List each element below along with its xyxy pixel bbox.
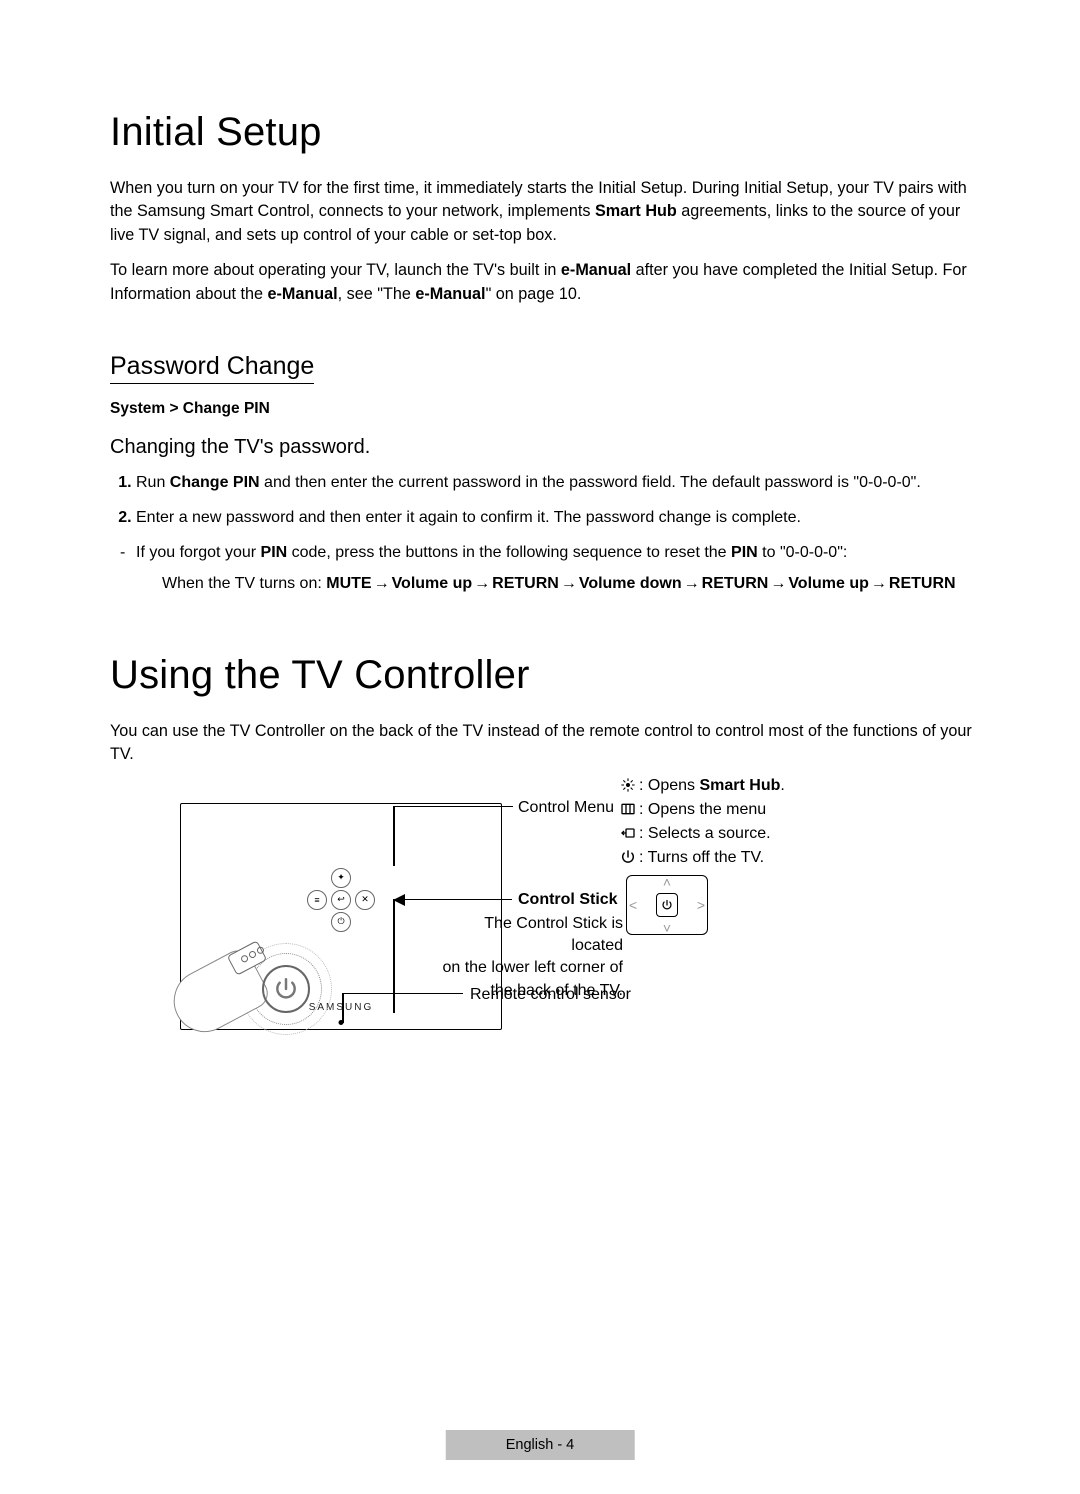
- legend-smart-hub: : Opens Smart Hub.: [620, 775, 785, 797]
- leader-line: [393, 806, 395, 866]
- arrow-icon: →: [869, 575, 889, 592]
- leader-line: [393, 806, 513, 808]
- e-manual-bold: e-Manual: [267, 285, 337, 303]
- pin-reset-note: If you forgot your PIN code, press the b…: [110, 541, 975, 597]
- leader-line: [393, 899, 395, 1013]
- power-icon: [620, 849, 636, 865]
- chevron-right-icon: ˃: [697, 897, 705, 913]
- label-control-menu: Control Menu: [518, 797, 614, 819]
- smart-hub-icon: [620, 777, 636, 793]
- seq-item: RETURN: [702, 575, 769, 592]
- text: Smart Hub: [699, 777, 780, 794]
- initial-setup-p2: To learn more about operating your TV, l…: [110, 259, 975, 306]
- step-2: Enter a new password and then enter it a…: [136, 506, 975, 531]
- heading-using-tv-controller: Using the TV Controller: [110, 653, 975, 698]
- pin-bold: PIN: [261, 544, 288, 561]
- leader-arrow: [394, 899, 512, 901]
- legend-power: : Turns off the TV.: [620, 847, 764, 869]
- arrow-icon: →: [372, 575, 392, 592]
- heading-password-change: Password Change: [110, 352, 314, 384]
- arrow-icon: →: [472, 575, 492, 592]
- seq-item: MUTE: [326, 575, 371, 592]
- menu-icon: [620, 801, 636, 817]
- text: : Selects a source.: [639, 825, 771, 842]
- seq-item: Volume up: [788, 575, 869, 592]
- seq-item: RETURN: [492, 575, 559, 592]
- text: : Opens the menu: [639, 801, 766, 818]
- label-remote-sensor: Remote control sensor: [470, 984, 631, 1006]
- chevron-down-icon: ˅: [663, 920, 671, 936]
- controller-intro: You can use the TV Controller on the bac…: [110, 720, 975, 767]
- smart-hub-icon: ✦: [331, 868, 351, 888]
- manual-page: Initial Setup When you turn on your TV f…: [0, 0, 1080, 1494]
- text: on the lower left corner of: [433, 957, 623, 979]
- menu-icon: ≡: [307, 890, 327, 910]
- seq-item: Volume up: [392, 575, 473, 592]
- menu-path: System > Change PIN: [110, 400, 975, 418]
- label-control-stick: Control Stick: [518, 889, 618, 911]
- leader-line: [343, 993, 463, 995]
- arrow-icon: →: [559, 575, 579, 592]
- step-1: Run Change PIN and then enter the curren…: [136, 471, 975, 496]
- source-icon: [620, 825, 636, 841]
- power-icon: [656, 893, 678, 917]
- legend-menu: : Opens the menu: [620, 799, 766, 821]
- text: : Opens: [639, 777, 699, 794]
- text: to "0-0-0-0":: [758, 544, 848, 561]
- text: , see "The: [338, 285, 416, 303]
- text: code, press the buttons in the following…: [287, 544, 731, 561]
- heading-changing-tv-password: Changing the TV's password.: [110, 436, 975, 459]
- control-stick-box: ˄ ˂ ˃ ˅: [626, 875, 708, 935]
- power-icon: ⏻: [331, 912, 351, 932]
- smart-hub-bold: Smart Hub: [595, 202, 677, 220]
- text: If you forgot your: [136, 544, 261, 561]
- change-pin-bold: Change PIN: [170, 474, 260, 491]
- pin-reset-sequence: When the TV turns on: MUTE→Volume up→RET…: [136, 572, 975, 597]
- arrow-icon: →: [768, 575, 788, 592]
- legend-source: : Selects a source.: [620, 823, 771, 845]
- text: The Control Stick is located: [433, 913, 623, 958]
- seq-item: Volume down: [579, 575, 682, 592]
- e-manual-bold: e-Manual: [561, 261, 631, 279]
- password-steps: Run Change PIN and then enter the curren…: [110, 471, 975, 531]
- chevron-left-icon: ˂: [629, 897, 637, 913]
- text: : Turns off the TV.: [639, 849, 764, 866]
- pin-bold: PIN: [731, 544, 758, 561]
- tv-controller-diagram: ✦ ≡ ↩ ✕ ⏻ SAMSUNG Control: [110, 783, 970, 1063]
- initial-setup-p1: When you turn on your TV for the first t…: [110, 177, 975, 247]
- chevron-up-icon: ˄: [663, 874, 671, 890]
- leader-line: [342, 993, 344, 1023]
- seq-item: RETURN: [889, 575, 956, 592]
- close-icon: ✕: [355, 890, 375, 910]
- text: and then enter the current password in t…: [260, 474, 921, 491]
- power-large-icon: [262, 965, 310, 1013]
- e-manual-bold: e-Manual: [415, 285, 485, 303]
- text: .: [780, 777, 784, 794]
- hand-with-remote: [172, 943, 312, 1053]
- arrow-icon: →: [682, 575, 702, 592]
- control-menu-icons: ✦ ≡ ↩ ✕ ⏻: [307, 866, 375, 932]
- text: When the TV turns on:: [162, 575, 326, 592]
- page-footer: English - 4: [446, 1430, 635, 1460]
- source-icon: ↩: [331, 890, 351, 910]
- heading-initial-setup: Initial Setup: [110, 110, 975, 155]
- text: To learn more about operating your TV, l…: [110, 261, 561, 279]
- text: Run: [136, 474, 170, 491]
- text: " on page 10.: [486, 285, 582, 303]
